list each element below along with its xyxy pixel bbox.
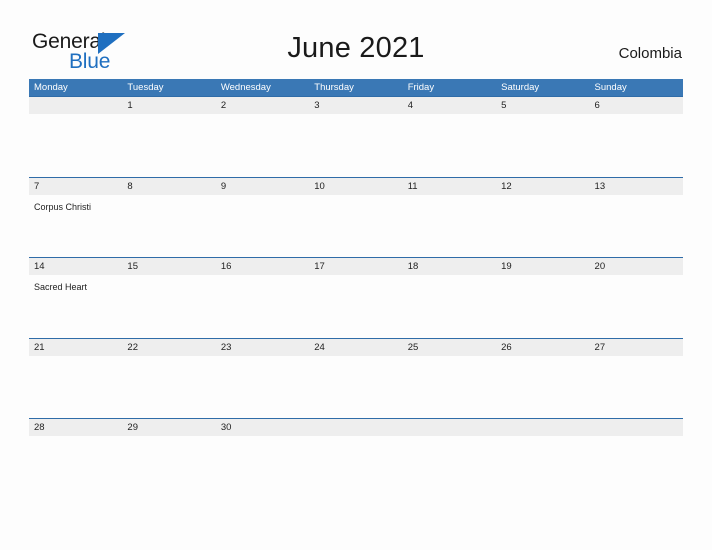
day-cell[interactable] bbox=[590, 356, 683, 418]
week-row: 21 22 23 24 25 26 27 bbox=[29, 337, 683, 419]
day-number[interactable]: 23 bbox=[216, 339, 309, 356]
page-header: General Blue June 2021 Colombia bbox=[0, 0, 712, 78]
week-event-row bbox=[29, 436, 683, 498]
day-number[interactable]: 27 bbox=[590, 339, 683, 356]
day-number[interactable]: 28 bbox=[29, 419, 122, 436]
weekday-header-friday: Friday bbox=[407, 82, 435, 93]
day-cell[interactable] bbox=[496, 436, 589, 498]
day-cell[interactable] bbox=[309, 275, 402, 337]
day-number[interactable]: 22 bbox=[122, 339, 215, 356]
day-number[interactable]: 7 bbox=[29, 178, 122, 195]
day-cell[interactable] bbox=[590, 275, 683, 337]
day-number[interactable]: 21 bbox=[29, 339, 122, 356]
day-number[interactable]: 15 bbox=[122, 258, 215, 275]
week-event-row: Corpus Christi bbox=[29, 195, 683, 257]
day-number[interactable] bbox=[309, 419, 402, 436]
weekday-header-saturday: Saturday bbox=[501, 82, 540, 93]
day-cell[interactable] bbox=[309, 195, 402, 257]
week-event-row: Sacred Heart bbox=[29, 275, 683, 337]
day-number[interactable]: 20 bbox=[590, 258, 683, 275]
weekday-header-tuesday: Tuesday bbox=[127, 82, 164, 93]
day-cell[interactable] bbox=[403, 114, 496, 176]
day-cell[interactable] bbox=[122, 356, 215, 418]
day-number[interactable]: 16 bbox=[216, 258, 309, 275]
day-number[interactable]: 8 bbox=[122, 178, 215, 195]
day-number[interactable]: 14 bbox=[29, 258, 122, 275]
weekday-header-thursday: Thursday bbox=[314, 82, 354, 93]
day-cell[interactable] bbox=[309, 114, 402, 176]
day-cell[interactable] bbox=[590, 114, 683, 176]
day-number[interactable]: 2 bbox=[216, 97, 309, 114]
week-date-band: 14 15 16 17 18 19 20 bbox=[29, 258, 683, 276]
weekday-header-monday: Monday bbox=[34, 82, 68, 93]
day-cell[interactable] bbox=[590, 436, 683, 498]
day-cell[interactable] bbox=[29, 436, 122, 498]
day-number[interactable]: 11 bbox=[403, 178, 496, 195]
day-cell[interactable] bbox=[216, 195, 309, 257]
day-number[interactable] bbox=[590, 419, 683, 436]
day-cell[interactable] bbox=[216, 356, 309, 418]
day-cell[interactable] bbox=[122, 436, 215, 498]
day-cell[interactable] bbox=[496, 114, 589, 176]
weekday-header-wednesday: Wednesday bbox=[220, 82, 271, 93]
day-cell[interactable] bbox=[216, 114, 309, 176]
day-cell[interactable] bbox=[309, 436, 402, 498]
weekday-header-sunday: Sunday bbox=[594, 82, 627, 93]
day-cell[interactable] bbox=[590, 195, 683, 257]
day-cell[interactable] bbox=[29, 114, 122, 176]
day-number[interactable]: 25 bbox=[403, 339, 496, 356]
week-date-band: 7 8 9 10 11 12 13 bbox=[29, 177, 683, 195]
day-number[interactable]: 30 bbox=[216, 419, 309, 436]
day-number[interactable]: 29 bbox=[122, 419, 215, 436]
day-number[interactable] bbox=[29, 97, 122, 114]
week-date-band: 21 22 23 24 25 26 27 bbox=[29, 338, 683, 356]
week-row: 1 2 3 4 5 6 bbox=[29, 96, 683, 177]
day-number[interactable]: 1 bbox=[122, 97, 215, 114]
week-row: 28 29 30 bbox=[29, 418, 683, 499]
week-date-band: 28 29 30 bbox=[29, 419, 683, 437]
day-number[interactable] bbox=[403, 419, 496, 436]
day-cell[interactable] bbox=[122, 195, 215, 257]
week-row: 14 15 16 17 18 19 20 Sacred Heart bbox=[29, 257, 683, 338]
day-number[interactable]: 10 bbox=[309, 178, 402, 195]
day-number[interactable]: 24 bbox=[309, 339, 402, 356]
day-number[interactable]: 19 bbox=[496, 258, 589, 275]
day-cell[interactable] bbox=[122, 114, 215, 176]
day-number[interactable]: 9 bbox=[216, 178, 309, 195]
day-number[interactable]: 6 bbox=[590, 97, 683, 114]
day-cell[interactable]: Sacred Heart bbox=[29, 275, 122, 337]
day-number[interactable]: 13 bbox=[590, 178, 683, 195]
day-cell[interactable] bbox=[403, 195, 496, 257]
day-number[interactable]: 3 bbox=[309, 97, 402, 114]
event-label: Corpus Christi bbox=[34, 201, 92, 212]
day-number[interactable]: 5 bbox=[496, 97, 589, 114]
event-label: Sacred Heart bbox=[34, 282, 88, 293]
day-number[interactable]: 26 bbox=[496, 339, 589, 356]
day-cell[interactable] bbox=[216, 436, 309, 498]
day-cell[interactable] bbox=[216, 275, 309, 337]
country-label: Colombia bbox=[618, 45, 682, 62]
day-number[interactable]: 17 bbox=[309, 258, 402, 275]
day-cell[interactable] bbox=[403, 275, 496, 337]
week-date-band: 1 2 3 4 5 6 bbox=[29, 97, 683, 114]
day-cell[interactable] bbox=[403, 436, 496, 498]
day-cell[interactable] bbox=[496, 356, 589, 418]
day-cell[interactable] bbox=[496, 195, 589, 257]
page-title: June 2021 bbox=[287, 32, 425, 64]
day-number[interactable] bbox=[496, 419, 589, 436]
day-number[interactable]: 12 bbox=[496, 178, 589, 195]
day-number[interactable]: 18 bbox=[403, 258, 496, 275]
week-row: 7 8 9 10 11 12 13 Corpus Christi bbox=[29, 176, 683, 258]
day-cell[interactable] bbox=[122, 275, 215, 337]
day-cell[interactable] bbox=[309, 356, 402, 418]
day-number[interactable]: 4 bbox=[403, 97, 496, 114]
day-cell[interactable] bbox=[29, 356, 122, 418]
day-cell[interactable] bbox=[403, 356, 496, 418]
weekday-header-row: Monday Tuesday Wednesday Thursday Friday… bbox=[29, 79, 683, 96]
week-event-row bbox=[29, 356, 683, 418]
day-cell[interactable] bbox=[496, 275, 589, 337]
day-cell[interactable]: Corpus Christi bbox=[29, 195, 122, 257]
calendar-grid: Monday Tuesday Wednesday Thursday Friday… bbox=[29, 79, 683, 499]
week-event-row bbox=[29, 114, 683, 176]
